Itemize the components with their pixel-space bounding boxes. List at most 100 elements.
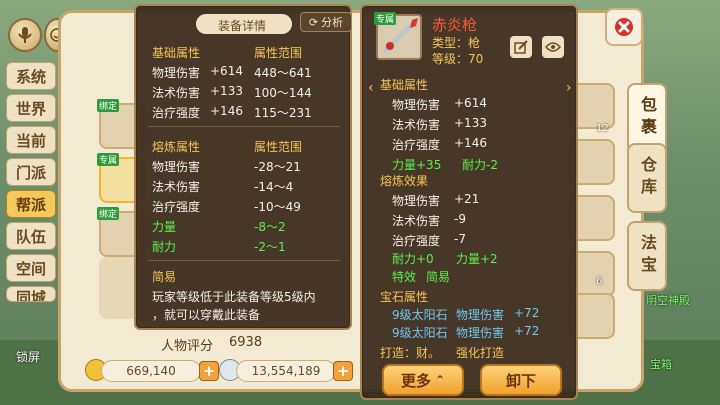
refine-attr-name: 物理伤害 [152,160,201,174]
preview-button[interactable] [542,36,564,58]
base-attr-header: 基础属性 [152,46,201,60]
chat-tab-space[interactable]: 空间 [6,254,56,282]
special-label: 特效 [392,270,417,284]
lock-screen-label[interactable]: 锁屏 [16,348,40,365]
attr-value: +614 [454,96,487,110]
tab-warehouse[interactable]: 仓库 [627,143,667,213]
refine-attr-name: 物理伤害 [392,194,441,208]
refine-bonus-stat: 耐力+0 [392,252,434,266]
refine-attr-name: 耐力 [152,240,177,254]
item-detail-tooltip: 专属 赤炎枪 类型：枪 等级：70 ‹ › 基础属性 物理伤害 +614 法术伤… [360,4,578,400]
refine-attr-value: -9 [454,212,466,226]
slot-count: 6 [596,276,603,287]
rating-label: 人物评分 [161,339,214,354]
special-value: 简易 [426,270,451,284]
chat-tab-team[interactable]: 队伍 [6,222,56,250]
gem-attr: 物理伤害 [456,326,505,340]
bound-badge: 绑定 [97,207,120,220]
attr-name: 物理伤害 [152,66,201,80]
attr-range: 115～231 [254,106,312,120]
item-icon-frame[interactable]: 专属 [374,12,422,60]
tab-treasure[interactable]: 法宝 [627,221,667,291]
refine-attr-range: -28～21 [254,160,301,174]
voice-button[interactable] [8,18,42,52]
bonus-stat: 力量+35 [392,158,442,172]
refine-bonus-stat: 力量+2 [456,252,498,266]
analyze-button[interactable]: ⟳ 分析 [300,12,352,32]
gold-amount: 669,140 [101,360,201,382]
equip-requirement-text-line2: ，就可以穿戴此装备 [152,308,261,322]
attr-name: 法术伤害 [152,86,201,100]
item-type: 类型：枪 [432,36,481,50]
item-level: 等级：70 [432,52,484,66]
section-divider [148,126,340,127]
attr-value: +146 [210,104,243,118]
chat-tab-city[interactable]: 同城 [6,286,56,302]
chat-tab-world[interactable]: 世界 [6,94,56,122]
refine-attr-range: -8～2 [254,220,286,234]
attr-value: +133 [210,84,243,98]
chat-channel-tabs: 系统 世界 当前 门派 帮派 队伍 空间 同城 [6,62,56,306]
unequip-label: 卸下 [505,371,536,390]
refine-attr-range: -14～4 [254,180,294,194]
rating-value: 6938 [229,335,263,350]
exclusive-badge: 专属 [97,153,120,166]
refine-range-header: 属性范围 [254,140,303,154]
scene-label: 宝箱 [650,358,672,371]
forge-action: 强化打造 [456,346,505,360]
bonus-stat: 耐力-2 [462,158,498,172]
equip-requirement-text-line1: 玩家等级低于此装备等级5级内 [152,290,316,304]
slot-count: 12 [596,123,609,134]
attr-range: 100～144 [254,86,312,100]
edit-icon [514,40,528,54]
chat-tab-sect[interactable]: 门派 [6,158,56,186]
refine-attr-value: -7 [454,232,466,246]
add-silver-button[interactable]: + [333,361,353,381]
close-button[interactable] [605,8,643,46]
next-item-arrow[interactable]: › [566,80,572,96]
gem-attr: 物理伤害 [456,308,505,322]
tooltip-title: 装备详情 [218,19,267,33]
scene-label: 明空神殿 [646,294,690,307]
refine-attr-range: -2～1 [254,240,286,254]
attr-name: 治疗强度 [152,106,201,120]
silver-amount: 13,554,189 [236,360,336,382]
refine-attr-name: 力量 [152,220,177,234]
refine-attr-name: 法术伤害 [392,214,441,228]
item-name: 赤炎枪 [432,16,478,34]
section-divider [148,260,340,261]
eye-icon [545,42,561,52]
attr-name: 法术伤害 [392,118,441,132]
attr-value: +146 [454,136,487,150]
prev-item-arrow[interactable]: ‹ [368,80,374,96]
chat-tab-system[interactable]: 系统 [6,62,56,90]
refine-attr-name: 治疗强度 [392,234,441,248]
more-button[interactable]: 更多 ⌃ [382,364,464,396]
base-attr-header: 基础属性 [380,78,429,92]
chat-tab-guild[interactable]: 帮派 [6,190,56,218]
unequip-button[interactable]: 卸下 [480,364,562,396]
refine-attr-range: -10～49 [254,200,301,214]
attr-value: +133 [454,116,487,130]
mode-label: 简易 [152,270,177,284]
refresh-icon: ⟳ [308,15,319,29]
microphone-icon [18,27,32,43]
close-icon [615,18,633,36]
more-label: 更多 [400,371,431,390]
analyze-label: 分析 [321,16,344,29]
exclusive-badge: 专属 [374,12,397,25]
base-range-header: 属性范围 [254,46,303,60]
chat-tab-current[interactable]: 当前 [6,126,56,154]
bound-badge: 绑定 [97,99,120,112]
refine-attr-name: 法术伤害 [152,180,201,194]
refine-header: 熔炼效果 [380,174,429,188]
equipped-item-tooltip: 装备详情 ⟳ 分析 基础属性 属性范围 物理伤害 +614 448～641 法术… [134,4,352,330]
gem-value: +72 [514,324,540,338]
edit-button[interactable] [510,36,532,58]
refine-header: 熔炼属性 [152,140,201,154]
refine-attr-value: +21 [454,192,480,206]
forge-label: 打造：财。 [380,346,441,360]
gem-value: +72 [514,306,540,320]
attr-range: 448～641 [254,66,312,80]
add-gold-button[interactable]: + [199,361,219,381]
